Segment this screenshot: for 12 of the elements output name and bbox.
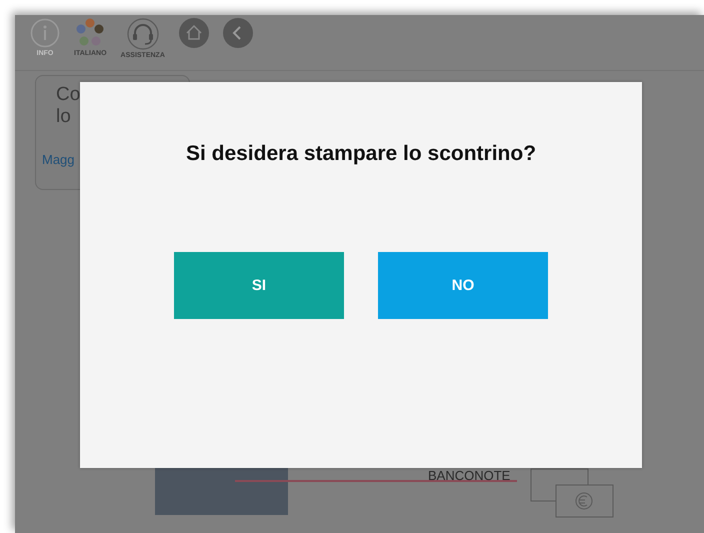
back-icon[interactable] (222, 18, 253, 48)
info-icon[interactable] (30, 18, 60, 48)
banknotes-icon (530, 468, 614, 518)
flags-icon[interactable] (74, 18, 106, 48)
banknotes-label: BANCONOTE (428, 469, 510, 482)
tooltip-text: lo (56, 106, 72, 128)
home-icon[interactable] (178, 18, 209, 48)
yes-button[interactable]: SI (174, 252, 344, 319)
dialog-title: Si desidera stampare lo scontrino? (186, 142, 536, 166)
headset-icon[interactable] (126, 18, 159, 50)
no-button[interactable]: NO (378, 252, 548, 319)
tooltip-text: Co (56, 84, 82, 106)
